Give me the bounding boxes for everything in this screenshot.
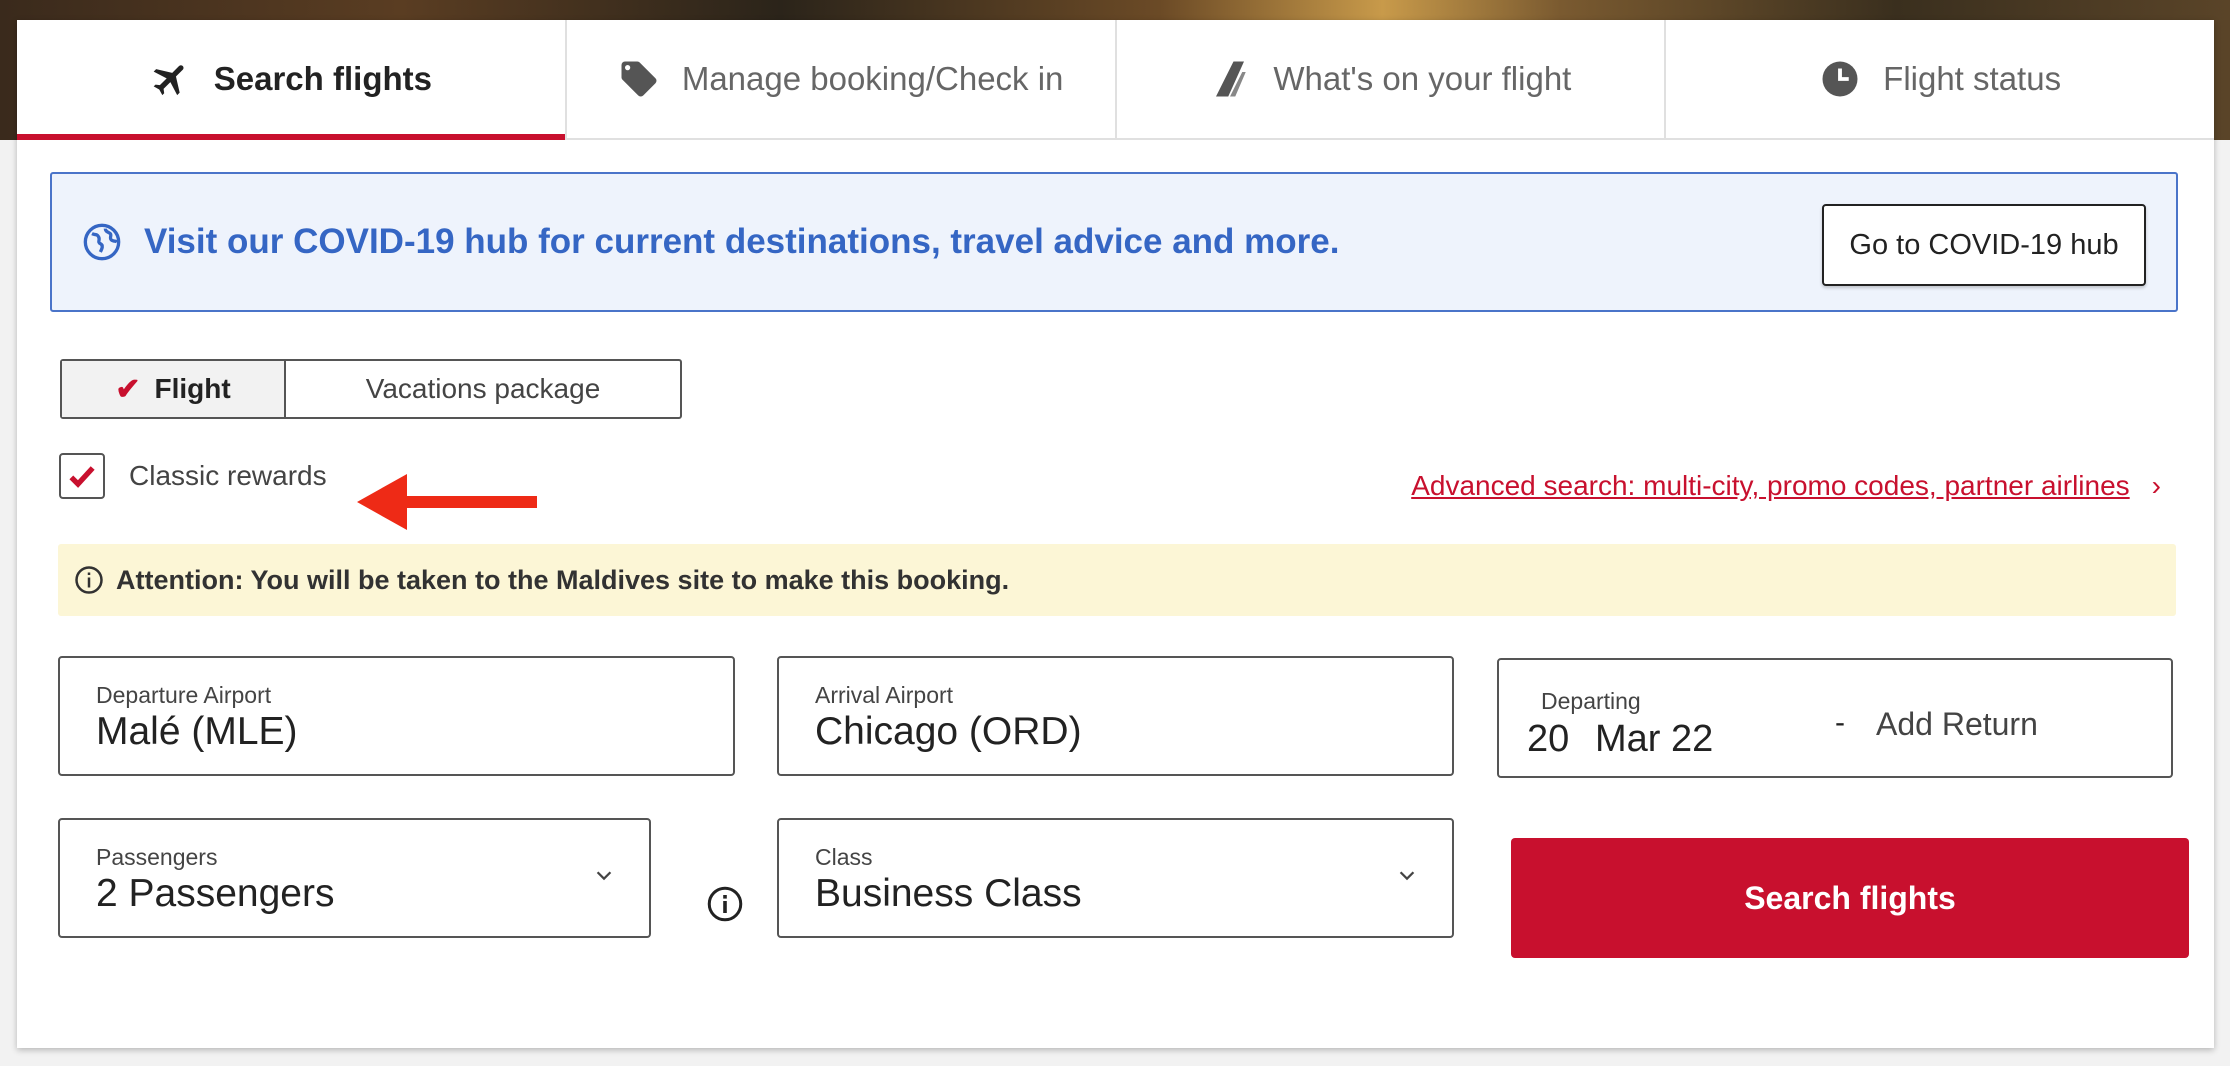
checkmark-icon: ✔ (115, 372, 141, 406)
tab-whats-on-your-flight[interactable]: What's on your flight (1117, 20, 1667, 138)
covid-message: Visit our COVID-19 hub for current desti… (144, 222, 1340, 261)
tail-fin-icon (1216, 61, 1247, 97)
field-label: Passengers (96, 844, 218, 870)
field-label: Class (815, 844, 873, 870)
class-select[interactable]: Class Business Class (777, 818, 1454, 938)
field-value: Chicago (ORD) (815, 710, 1082, 753)
annotation-arrow-icon (357, 474, 537, 530)
classic-rewards-row: Classic rewards (59, 453, 327, 499)
trip-type-flight-option[interactable]: ✔ Flight (62, 361, 286, 417)
plane-icon (153, 65, 184, 96)
chevron-down-icon (1399, 871, 1415, 881)
classic-rewards-label: Classic rewards (129, 460, 327, 491)
booking-widget: Search flights Manage booking/Check in W… (17, 20, 2214, 1048)
departing-day: 20 (1527, 718, 1570, 760)
search-flights-button[interactable]: Search flights (1511, 838, 2189, 958)
clock-icon (1822, 61, 1858, 97)
field-value: Business Class (815, 872, 1082, 915)
checkmark-icon (69, 466, 95, 488)
field-label: Departing (1541, 688, 1641, 714)
departing-month-year: Mar 22 (1595, 718, 1714, 760)
tab-label: Manage booking/Check in (681, 60, 1064, 97)
globe-icon (83, 223, 121, 261)
departing-date-field[interactable]: Departing 20 Mar 22 - Add Return (1497, 658, 2173, 778)
field-value: 2 Passengers (96, 872, 335, 915)
field-label: Arrival Airport (815, 682, 954, 708)
tab-label: What's on your flight (1273, 60, 1572, 97)
tab-label: Search flights (213, 60, 432, 97)
tag-icon (621, 61, 657, 97)
field-label: Departure Airport (96, 682, 272, 708)
covid-banner: Visit our COVID-19 hub for current desti… (50, 172, 2178, 312)
tab-label: Flight status (1883, 60, 2062, 97)
tab-search-flights[interactable]: Search flights (17, 20, 567, 140)
advanced-search-link[interactable]: Advanced search: multi-city, promo codes… (1411, 470, 2161, 502)
trip-type-toggle: ✔ Flight Vacations package (60, 359, 682, 419)
date-separator: - (1835, 706, 1845, 739)
passengers-info-icon[interactable] (707, 886, 743, 922)
passengers-select[interactable]: Passengers 2 Passengers (58, 818, 651, 938)
covid-hub-button[interactable]: Go to COVID-19 hub (1822, 204, 2146, 286)
chevron-down-icon (596, 871, 612, 881)
tab-flight-status[interactable]: Flight status (1666, 20, 2214, 138)
add-return-text: Add Return (1876, 706, 2038, 742)
attention-notice: Attention: You will be taken to the Mald… (58, 544, 2176, 616)
classic-rewards-checkbox[interactable] (59, 453, 105, 499)
option-label: Vacations package (365, 373, 601, 404)
option-label: Flight (154, 373, 231, 404)
tab-manage-booking[interactable]: Manage booking/Check in (567, 20, 1117, 138)
trip-type-vacations-option[interactable]: Vacations package (286, 361, 680, 417)
booking-tabs: Search flights Manage booking/Check in W… (17, 20, 2214, 140)
attention-text: Attention: You will be taken to the Mald… (116, 564, 1010, 595)
departure-airport-field[interactable]: Departure Airport Malé (MLE) (58, 656, 735, 776)
chevron-right-icon: › (2151, 470, 2161, 501)
arrival-airport-field[interactable]: Arrival Airport Chicago (ORD) (777, 656, 1454, 776)
advanced-search-text: Advanced search: multi-city, promo codes… (1411, 470, 2130, 501)
info-icon (75, 566, 103, 594)
field-value: Malé (MLE) (96, 710, 298, 753)
